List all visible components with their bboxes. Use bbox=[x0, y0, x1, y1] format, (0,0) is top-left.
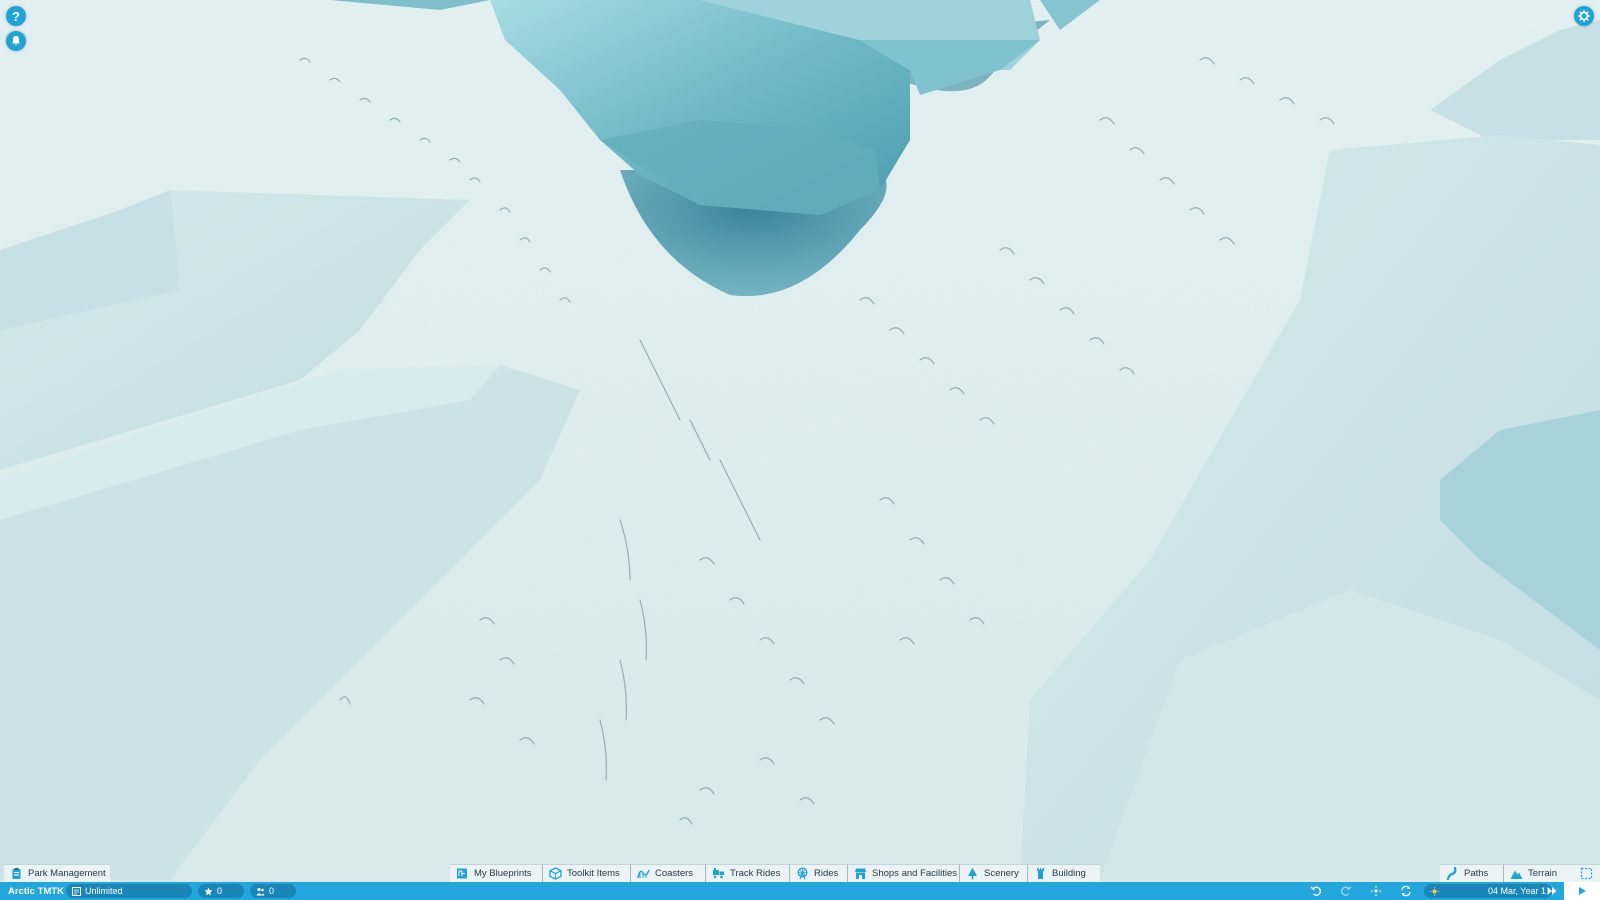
money-value: Unlimited bbox=[85, 886, 123, 896]
coasters-label: Coasters bbox=[655, 868, 694, 879]
star-icon bbox=[204, 887, 213, 895]
guest-count-display[interactable]: 0 bbox=[250, 884, 296, 898]
status-bar: Arctic TMTK Unlimited 0 0 04 Mar, Year 1 bbox=[0, 882, 1600, 900]
game-date: 04 Mar, Year 1 bbox=[1487, 886, 1546, 896]
coasters-tab[interactable]: Coasters bbox=[631, 864, 706, 882]
park-rating-display[interactable]: 0 bbox=[198, 884, 244, 898]
path-icon bbox=[1446, 867, 1457, 880]
park-management-tab[interactable]: Park Management bbox=[4, 864, 110, 882]
sync-icon[interactable] bbox=[1400, 885, 1412, 897]
cube-icon bbox=[549, 867, 562, 880]
help-button[interactable]: ? bbox=[6, 6, 26, 26]
my-blueprints-label: My Blueprints bbox=[474, 868, 532, 879]
train-icon bbox=[713, 868, 724, 879]
bell-icon bbox=[12, 36, 20, 46]
question-mark-icon: ? bbox=[12, 8, 20, 24]
fast-forward-icon[interactable] bbox=[1546, 885, 1558, 897]
building-label: Building bbox=[1052, 868, 1086, 879]
money-display[interactable]: Unlimited bbox=[66, 884, 192, 898]
selection-box-icon bbox=[1580, 867, 1592, 880]
date-weather-display[interactable]: 04 Mar, Year 1 bbox=[1424, 884, 1552, 898]
park-name: Arctic TMTK bbox=[8, 885, 64, 897]
finance-icon bbox=[72, 886, 81, 896]
my-blueprints-tab[interactable]: My Blueprints bbox=[450, 864, 543, 882]
notifications-button[interactable] bbox=[6, 31, 26, 51]
arctic-terrain-scene[interactable] bbox=[0, 0, 1600, 900]
guests-value: 0 bbox=[269, 886, 275, 896]
terrain-tab[interactable]: Terrain bbox=[1504, 864, 1572, 882]
paths-label: Paths bbox=[1464, 868, 1489, 879]
selection-tool-button[interactable] bbox=[1572, 864, 1600, 882]
play-icon bbox=[1579, 887, 1586, 895]
terrain-label: Terrain bbox=[1528, 868, 1558, 879]
toolkit-items-tab[interactable]: Toolkit Items bbox=[543, 864, 631, 882]
scenery-tab[interactable]: Scenery bbox=[960, 864, 1028, 882]
track-rides-tab[interactable]: Track Rides bbox=[706, 864, 790, 882]
park-management-label: Park Management bbox=[28, 868, 106, 879]
game-viewport[interactable] bbox=[0, 0, 1600, 900]
mountain-icon bbox=[1510, 870, 1523, 879]
tree-icon bbox=[968, 867, 977, 880]
paths-tab[interactable]: Paths bbox=[1440, 864, 1504, 882]
scenery-label: Scenery bbox=[984, 868, 1019, 879]
rating-value: 0 bbox=[217, 886, 223, 896]
coaster-icon bbox=[637, 869, 650, 879]
clipboard-icon bbox=[12, 868, 21, 879]
track-rides-label: Track Rides bbox=[730, 868, 781, 879]
bottom-toolbar: Park Management My Blueprints Toolkit It… bbox=[0, 864, 1600, 882]
gear-icon bbox=[1578, 10, 1590, 22]
shop-icon bbox=[855, 868, 866, 879]
settings-button[interactable] bbox=[1574, 6, 1594, 26]
sun-icon bbox=[1430, 886, 1439, 896]
redo-icon[interactable] bbox=[1340, 885, 1352, 897]
shops-and-facilities-label: Shops and Facilities bbox=[872, 868, 958, 879]
blueprint-icon bbox=[457, 868, 467, 879]
undo-icon[interactable] bbox=[1310, 885, 1322, 897]
camera-move-icon[interactable] bbox=[1370, 885, 1382, 897]
rides-label: Rides bbox=[814, 868, 839, 879]
tower-icon bbox=[1037, 868, 1044, 879]
play-button[interactable] bbox=[1564, 882, 1600, 900]
guests-icon bbox=[256, 887, 265, 895]
toolkit-items-label: Toolkit Items bbox=[567, 868, 620, 879]
shops-and-facilities-tab[interactable]: Shops and Facilities bbox=[848, 864, 960, 882]
building-tab[interactable]: Building bbox=[1028, 864, 1100, 882]
rides-tab[interactable]: Rides bbox=[790, 864, 848, 882]
ferris-wheel-icon bbox=[797, 867, 808, 880]
